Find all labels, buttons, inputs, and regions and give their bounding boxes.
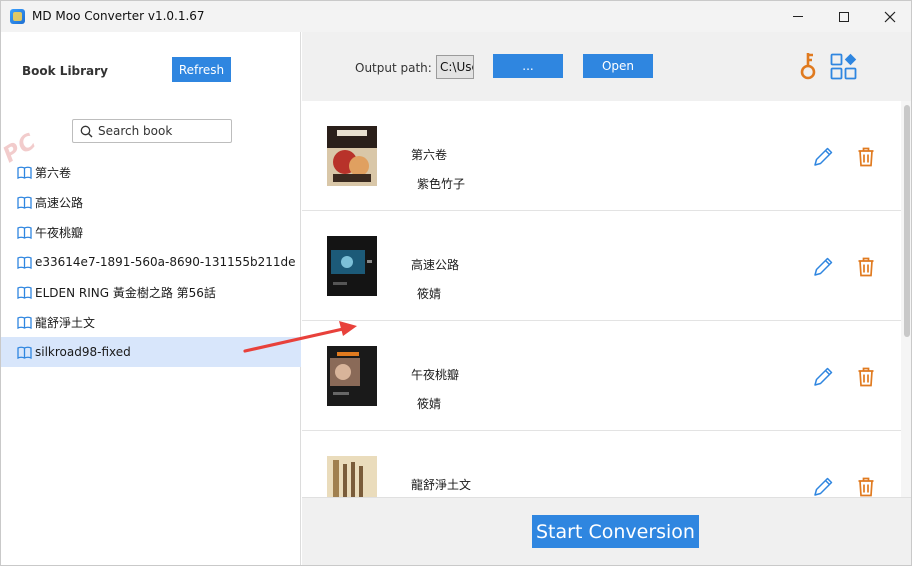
- sidebar-book-label: 高速公路: [35, 195, 84, 210]
- key-icon[interactable]: [798, 51, 818, 81]
- book-card[interactable]: 午夜桃瓣筱婧: [302, 321, 901, 431]
- trash-icon[interactable]: [857, 367, 875, 387]
- title-bar: MD Moo Converter v1.0.1.67: [1, 1, 911, 32]
- book-title: 第六卷: [411, 148, 448, 162]
- sidebar-book-item[interactable]: 午夜桃瓣: [1, 217, 301, 247]
- search-input[interactable]: [98, 124, 218, 138]
- minimize-icon: [793, 16, 803, 17]
- book-icon: [17, 285, 35, 300]
- book-cover-image: [327, 346, 377, 406]
- book-cover-image: [327, 126, 377, 186]
- sidebar-book-label: ELDEN RING 黃金樹之路 第56話: [35, 285, 216, 300]
- browse-button[interactable]: ...: [493, 54, 563, 78]
- sidebar-book-item[interactable]: 龍舒淨土文: [1, 307, 301, 337]
- search-box[interactable]: [72, 119, 232, 143]
- book-author: 紫色竹子: [417, 177, 466, 191]
- refresh-button[interactable]: Refresh: [172, 57, 231, 82]
- book-cover-image: [327, 456, 377, 497]
- output-toolbar: Output path: C:\Use ... Open: [302, 32, 911, 101]
- book-card[interactable]: 第六卷紫色竹子: [302, 101, 901, 211]
- trash-icon[interactable]: [857, 147, 875, 167]
- sidebar-book-label: silkroad98-fixed: [35, 345, 131, 359]
- edit-icon[interactable]: [812, 256, 834, 278]
- close-icon: [884, 11, 896, 22]
- book-title: 高速公路: [411, 258, 460, 272]
- book-icon: [17, 165, 35, 180]
- book-library-sidebar: Book Library Refresh PC 第六卷高速公路午夜桃瓣e3361…: [1, 32, 301, 565]
- app-window: MD Moo Converter v1.0.1.67 Book Library …: [0, 0, 912, 566]
- book-icon: [17, 195, 35, 210]
- book-title: 午夜桃瓣: [411, 368, 460, 382]
- sidebar-book-item[interactable]: ELDEN RING 黃金樹之路 第56話: [1, 277, 301, 307]
- edit-icon[interactable]: [812, 476, 834, 497]
- search-icon: [80, 125, 93, 137]
- maximize-icon: [839, 11, 849, 22]
- book-card[interactable]: 龍舒淨土文: [302, 431, 901, 497]
- cards-scrollbar[interactable]: [901, 101, 911, 497]
- output-path-field[interactable]: C:\Use: [436, 55, 474, 79]
- book-list: 第六卷高速公路午夜桃瓣 e33614e7-1891-560a-8690-13115…: [1, 157, 301, 367]
- footer-bar: Start Conversion: [302, 497, 911, 565]
- apps-grid-icon[interactable]: [830, 53, 858, 81]
- open-folder-button[interactable]: Open: [583, 54, 653, 78]
- sidebar-book-item[interactable]: e33614e7-1891-560a-8690-131155b211de: [1, 247, 301, 277]
- trash-icon[interactable]: [857, 257, 875, 277]
- sidebar-book-item[interactable]: silkroad98-fixed: [1, 337, 301, 367]
- book-title: 龍舒淨土文: [411, 478, 472, 492]
- book-icon: [17, 225, 35, 240]
- app-logo-icon: [10, 9, 25, 24]
- scrollbar-thumb[interactable]: [904, 105, 910, 337]
- maximize-button[interactable]: [821, 1, 867, 32]
- sidebar-book-label: 龍舒淨土文: [35, 315, 96, 330]
- library-heading: Book Library: [22, 64, 108, 78]
- minimize-button[interactable]: [775, 1, 821, 32]
- book-author: 筱婧: [417, 287, 442, 301]
- start-conversion-button[interactable]: Start Conversion: [532, 515, 699, 548]
- output-path-label: Output path:: [355, 61, 432, 75]
- book-icon: [17, 255, 35, 270]
- close-button[interactable]: [867, 1, 911, 32]
- edit-icon[interactable]: [812, 366, 834, 388]
- edit-icon[interactable]: [812, 146, 834, 168]
- book-card[interactable]: 高速公路筱婧: [302, 211, 901, 321]
- sidebar-book-label: 第六卷: [35, 165, 72, 180]
- book-icon: [17, 315, 35, 330]
- book-cover-image: [327, 236, 377, 296]
- sidebar-book-item[interactable]: 第六卷: [1, 157, 301, 187]
- book-icon: [17, 345, 35, 360]
- trash-icon[interactable]: [857, 477, 875, 497]
- book-author: 筱婧: [417, 397, 442, 411]
- book-cards-list: 第六卷 紫色竹子 高速公路 筱婧 午夜桃瓣 筱婧 龍舒淨土文: [302, 101, 901, 497]
- window-title: MD Moo Converter v1.0.1.67: [32, 9, 205, 23]
- sidebar-book-label: 午夜桃瓣: [35, 225, 84, 240]
- sidebar-book-item[interactable]: 高速公路: [1, 187, 301, 217]
- sidebar-book-label: e33614e7-1891-560a-8690-131155b211de: [35, 255, 296, 269]
